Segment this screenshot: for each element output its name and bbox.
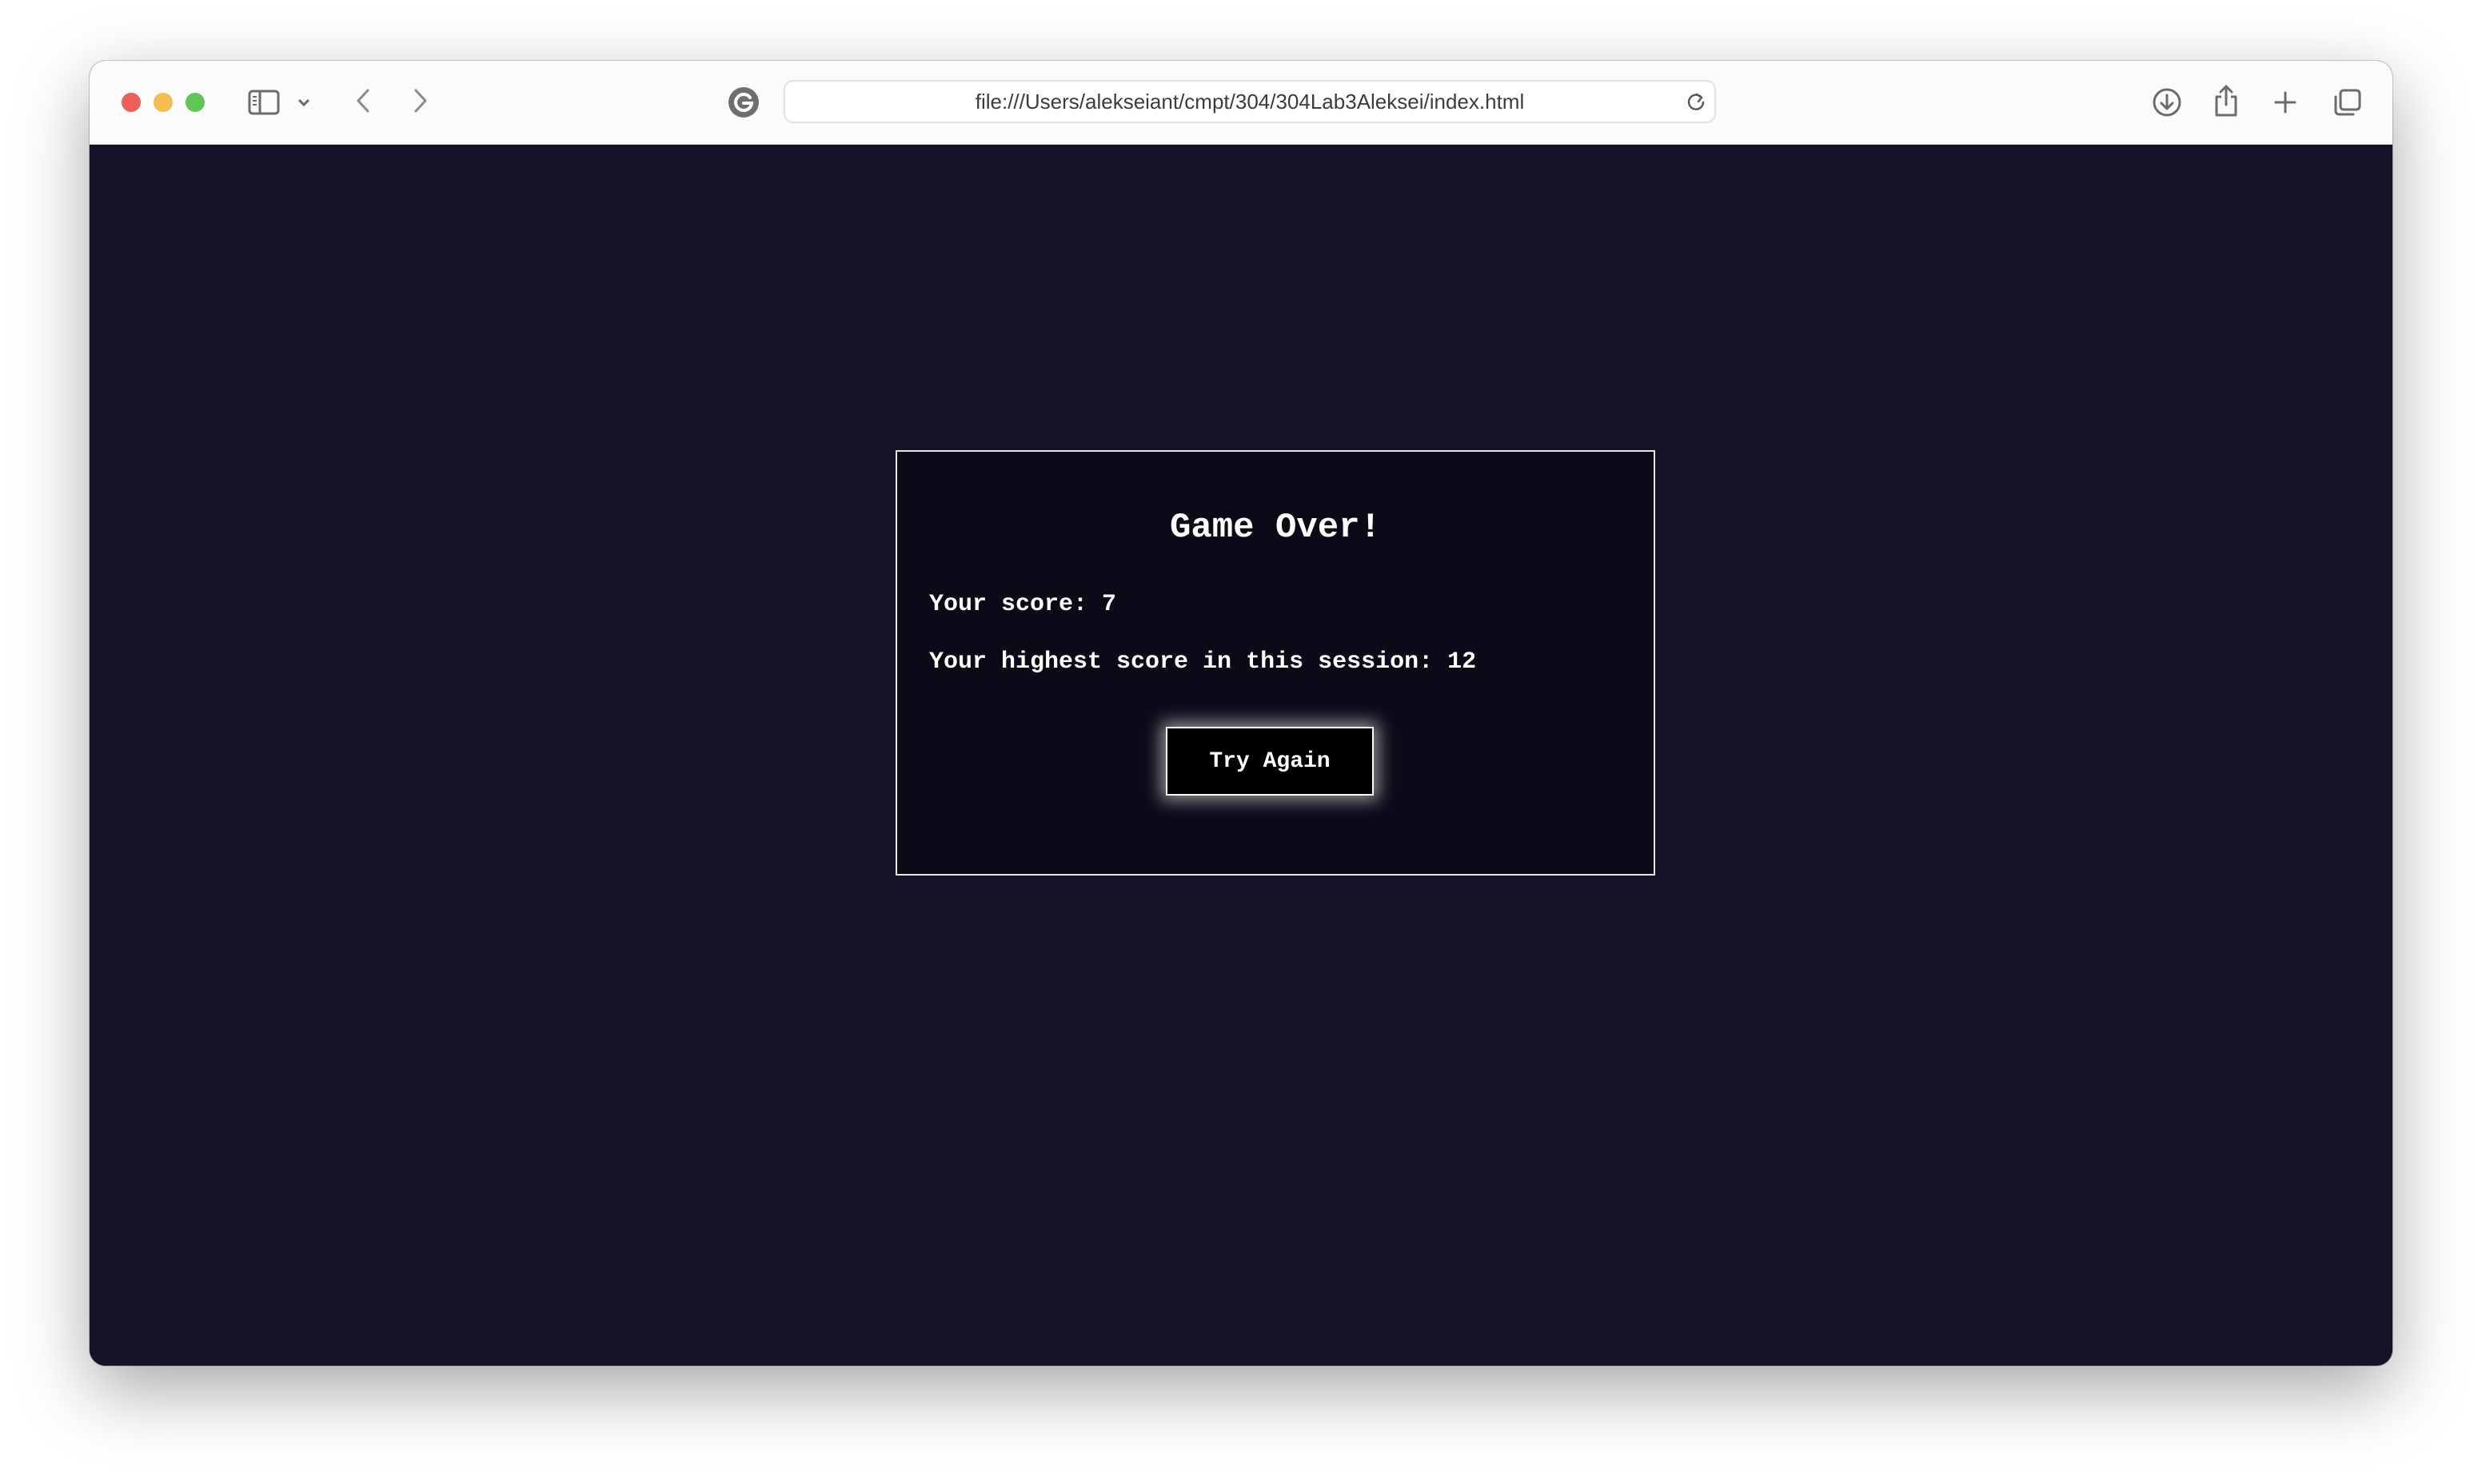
high-score-text: Your highest score in this session: 12 xyxy=(929,648,1477,676)
browser-window: file:///Users/alekseiant/cmpt/304/304Lab… xyxy=(90,61,2392,1366)
close-icon[interactable] xyxy=(122,93,141,112)
zoom-icon[interactable] xyxy=(186,93,205,112)
address-bar[interactable]: file:///Users/alekseiant/cmpt/304/304Lab… xyxy=(784,80,1716,123)
back-icon[interactable] xyxy=(349,85,377,117)
try-again-button[interactable]: Try Again xyxy=(1166,727,1374,796)
download-icon[interactable] xyxy=(2151,86,2183,118)
page-content: Game Over! Your score: 7 Your highest sc… xyxy=(90,145,2392,1366)
game-over-panel: Game Over! Your score: 7 Your highest sc… xyxy=(896,450,1655,876)
browser-toolbar: file:///Users/alekseiant/cmpt/304/304Lab… xyxy=(90,61,2392,145)
score-text: Your score: 7 xyxy=(929,591,1117,618)
url-text[interactable]: file:///Users/alekseiant/cmpt/304/304Lab… xyxy=(785,82,1714,122)
share-icon[interactable] xyxy=(2212,83,2241,118)
tab-overview-icon[interactable] xyxy=(2332,86,2364,118)
game-over-title: Game Over! xyxy=(1169,508,1382,548)
chevron-down-icon[interactable] xyxy=(294,93,313,112)
reload-icon[interactable] xyxy=(1684,90,1708,114)
grammarly-icon[interactable] xyxy=(726,85,761,120)
forward-icon[interactable] xyxy=(406,85,435,117)
minimize-icon[interactable] xyxy=(154,93,173,112)
sidebar-icon[interactable] xyxy=(246,88,281,117)
plus-icon[interactable] xyxy=(2271,88,2300,117)
